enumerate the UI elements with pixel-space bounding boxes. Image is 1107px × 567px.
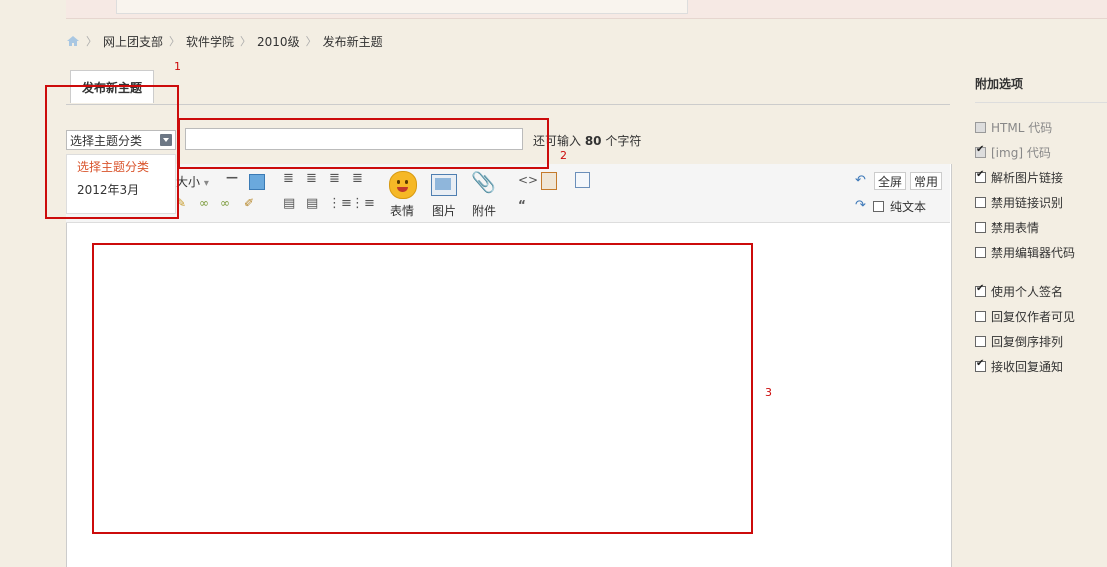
remaining-suffix: 个字符 <box>601 134 642 148</box>
option-label: 回复仅作者可见 <box>991 310 1076 324</box>
font-size-select[interactable]: 大小 ▾ <box>176 173 209 190</box>
breadcrumb-current: 发布新主题 <box>322 34 383 49</box>
topic-type-dropdown: 选择主题分类 2012年3月 <box>66 154 176 214</box>
breadcrumb-item[interactable]: 网上团支部 <box>103 33 163 50</box>
undo-icon[interactable]: ↶ <box>855 173 866 188</box>
plain-text-label: 纯文本 <box>890 200 927 214</box>
breadcrumb: 〉 网上团支部 〉 软件学院 〉 2010级 〉 发布新主题 <box>66 33 383 49</box>
option-label: HTML 代码 <box>991 121 1053 135</box>
attachment-label[interactable]: 附件 <box>472 202 496 219</box>
link-icon[interactable]: ∞ <box>199 196 209 210</box>
chevron-right-icon: 〉 <box>86 35 97 48</box>
sidebar-option: HTML 代码 <box>975 119 1052 136</box>
option-checkbox[interactable] <box>975 197 986 208</box>
breadcrumb-item[interactable]: 2010级 <box>257 33 300 50</box>
plain-text-checkbox[interactable] <box>873 201 884 212</box>
page-icon[interactable] <box>575 172 590 188</box>
float-left-icon[interactable]: ▤ <box>283 196 295 211</box>
image-label[interactable]: 图片 <box>432 202 456 219</box>
quote-icon[interactable]: “ <box>518 198 526 212</box>
chevron-right-icon: 〉 <box>240 35 252 48</box>
option-checkbox[interactable] <box>975 169 986 183</box>
option-checkbox <box>975 122 986 133</box>
sidebar-title: 附加选项 <box>975 77 1024 91</box>
option-checkbox[interactable] <box>975 247 986 258</box>
annotation-label-1: 1 <box>174 60 181 73</box>
editor-toolbar: 大小 ▾ — ≣ ≣ ≣ ≣ ✎ ∞ ∞ ✐ ▤ ▤ ⋮≡ ⋮≡ 表情 图片 📎… <box>66 164 950 223</box>
option-checkbox[interactable] <box>975 222 986 233</box>
unordered-list-icon[interactable]: ⋮≡ <box>351 196 375 211</box>
top-banner-strip <box>66 0 1107 19</box>
option-label: 解析图片链接 <box>991 171 1064 185</box>
attachment-icon[interactable]: 📎 <box>471 170 496 194</box>
sidebar-option: [img] 代码 <box>975 144 1051 161</box>
align-right-icon[interactable]: ≣ <box>329 171 340 186</box>
option-checkbox[interactable] <box>975 283 986 297</box>
sidebar-option[interactable]: 使用个人签名 <box>975 283 1063 300</box>
emoji-icon[interactable] <box>389 171 417 199</box>
ordered-list-icon[interactable]: ⋮≡ <box>328 196 352 211</box>
chevron-right-icon: 〉 <box>305 35 317 48</box>
option-checkbox <box>975 144 986 158</box>
tab-divider <box>66 104 950 105</box>
sidebar-option[interactable]: 回复仅作者可见 <box>975 308 1075 325</box>
home-icon[interactable] <box>66 35 80 47</box>
option-label: 接收回复通知 <box>991 360 1064 374</box>
code-icon[interactable]: <> <box>518 173 538 187</box>
option-checkbox[interactable] <box>975 358 986 372</box>
sidebar-option[interactable]: 禁用链接识别 <box>975 194 1063 211</box>
emoji-label[interactable]: 表情 <box>390 202 414 219</box>
annotation-box-2 <box>178 118 549 169</box>
fullscreen-button[interactable]: 全屏 <box>874 172 907 190</box>
sidebar-option[interactable]: 解析图片链接 <box>975 169 1063 186</box>
option-checkbox[interactable] <box>975 311 986 322</box>
annotation-box-3 <box>92 243 753 534</box>
clear-format-icon[interactable]: ✐ <box>244 196 254 210</box>
common-button[interactable]: 常用 <box>910 172 943 190</box>
float-right-icon[interactable]: ▤ <box>306 196 318 211</box>
redo-icon[interactable]: ↷ <box>855 198 866 213</box>
option-label: 使用个人签名 <box>991 285 1064 299</box>
option-label: 禁用编辑器代码 <box>991 246 1076 260</box>
annotation-label-3: 3 <box>765 386 772 399</box>
free-box-icon[interactable] <box>541 172 557 190</box>
breadcrumb-item[interactable]: 软件学院 <box>186 33 234 50</box>
sidebar-option[interactable]: 接收回复通知 <box>975 358 1063 375</box>
dropdown-option[interactable]: 2012年3月 <box>67 178 175 201</box>
option-label: 禁用链接识别 <box>991 196 1064 210</box>
chevron-right-icon: 〉 <box>169 35 181 48</box>
align-justify-icon[interactable]: ≣ <box>352 171 363 186</box>
option-label: [img] 代码 <box>991 146 1051 160</box>
sidebar-option[interactable]: 禁用编辑器代码 <box>975 244 1075 261</box>
horizontal-rule-icon[interactable]: — <box>226 170 238 184</box>
sidebar-option[interactable]: 回复倒序排列 <box>975 333 1063 350</box>
image-icon[interactable] <box>431 174 457 196</box>
font-size-label: 大小 <box>176 175 201 189</box>
remaining-count: 80 <box>584 134 602 148</box>
top-search-area <box>116 0 688 14</box>
unlink-icon[interactable]: ∞ <box>220 196 230 210</box>
sidebar-divider <box>975 102 1107 103</box>
dropdown-option[interactable]: 选择主题分类 <box>67 155 175 178</box>
option-label: 回复倒序排列 <box>991 335 1064 349</box>
annotation-label-2: 2 <box>560 149 567 162</box>
option-checkbox[interactable] <box>975 336 986 347</box>
sidebar-option[interactable]: 禁用表情 <box>975 219 1039 236</box>
remaining-chars: 还可输入 80 个字符 <box>533 132 641 149</box>
align-center-icon[interactable]: ≣ <box>306 171 317 186</box>
background-color-icon[interactable] <box>249 174 265 190</box>
option-label: 禁用表情 <box>991 221 1040 235</box>
align-left-icon[interactable]: ≣ <box>283 171 294 186</box>
